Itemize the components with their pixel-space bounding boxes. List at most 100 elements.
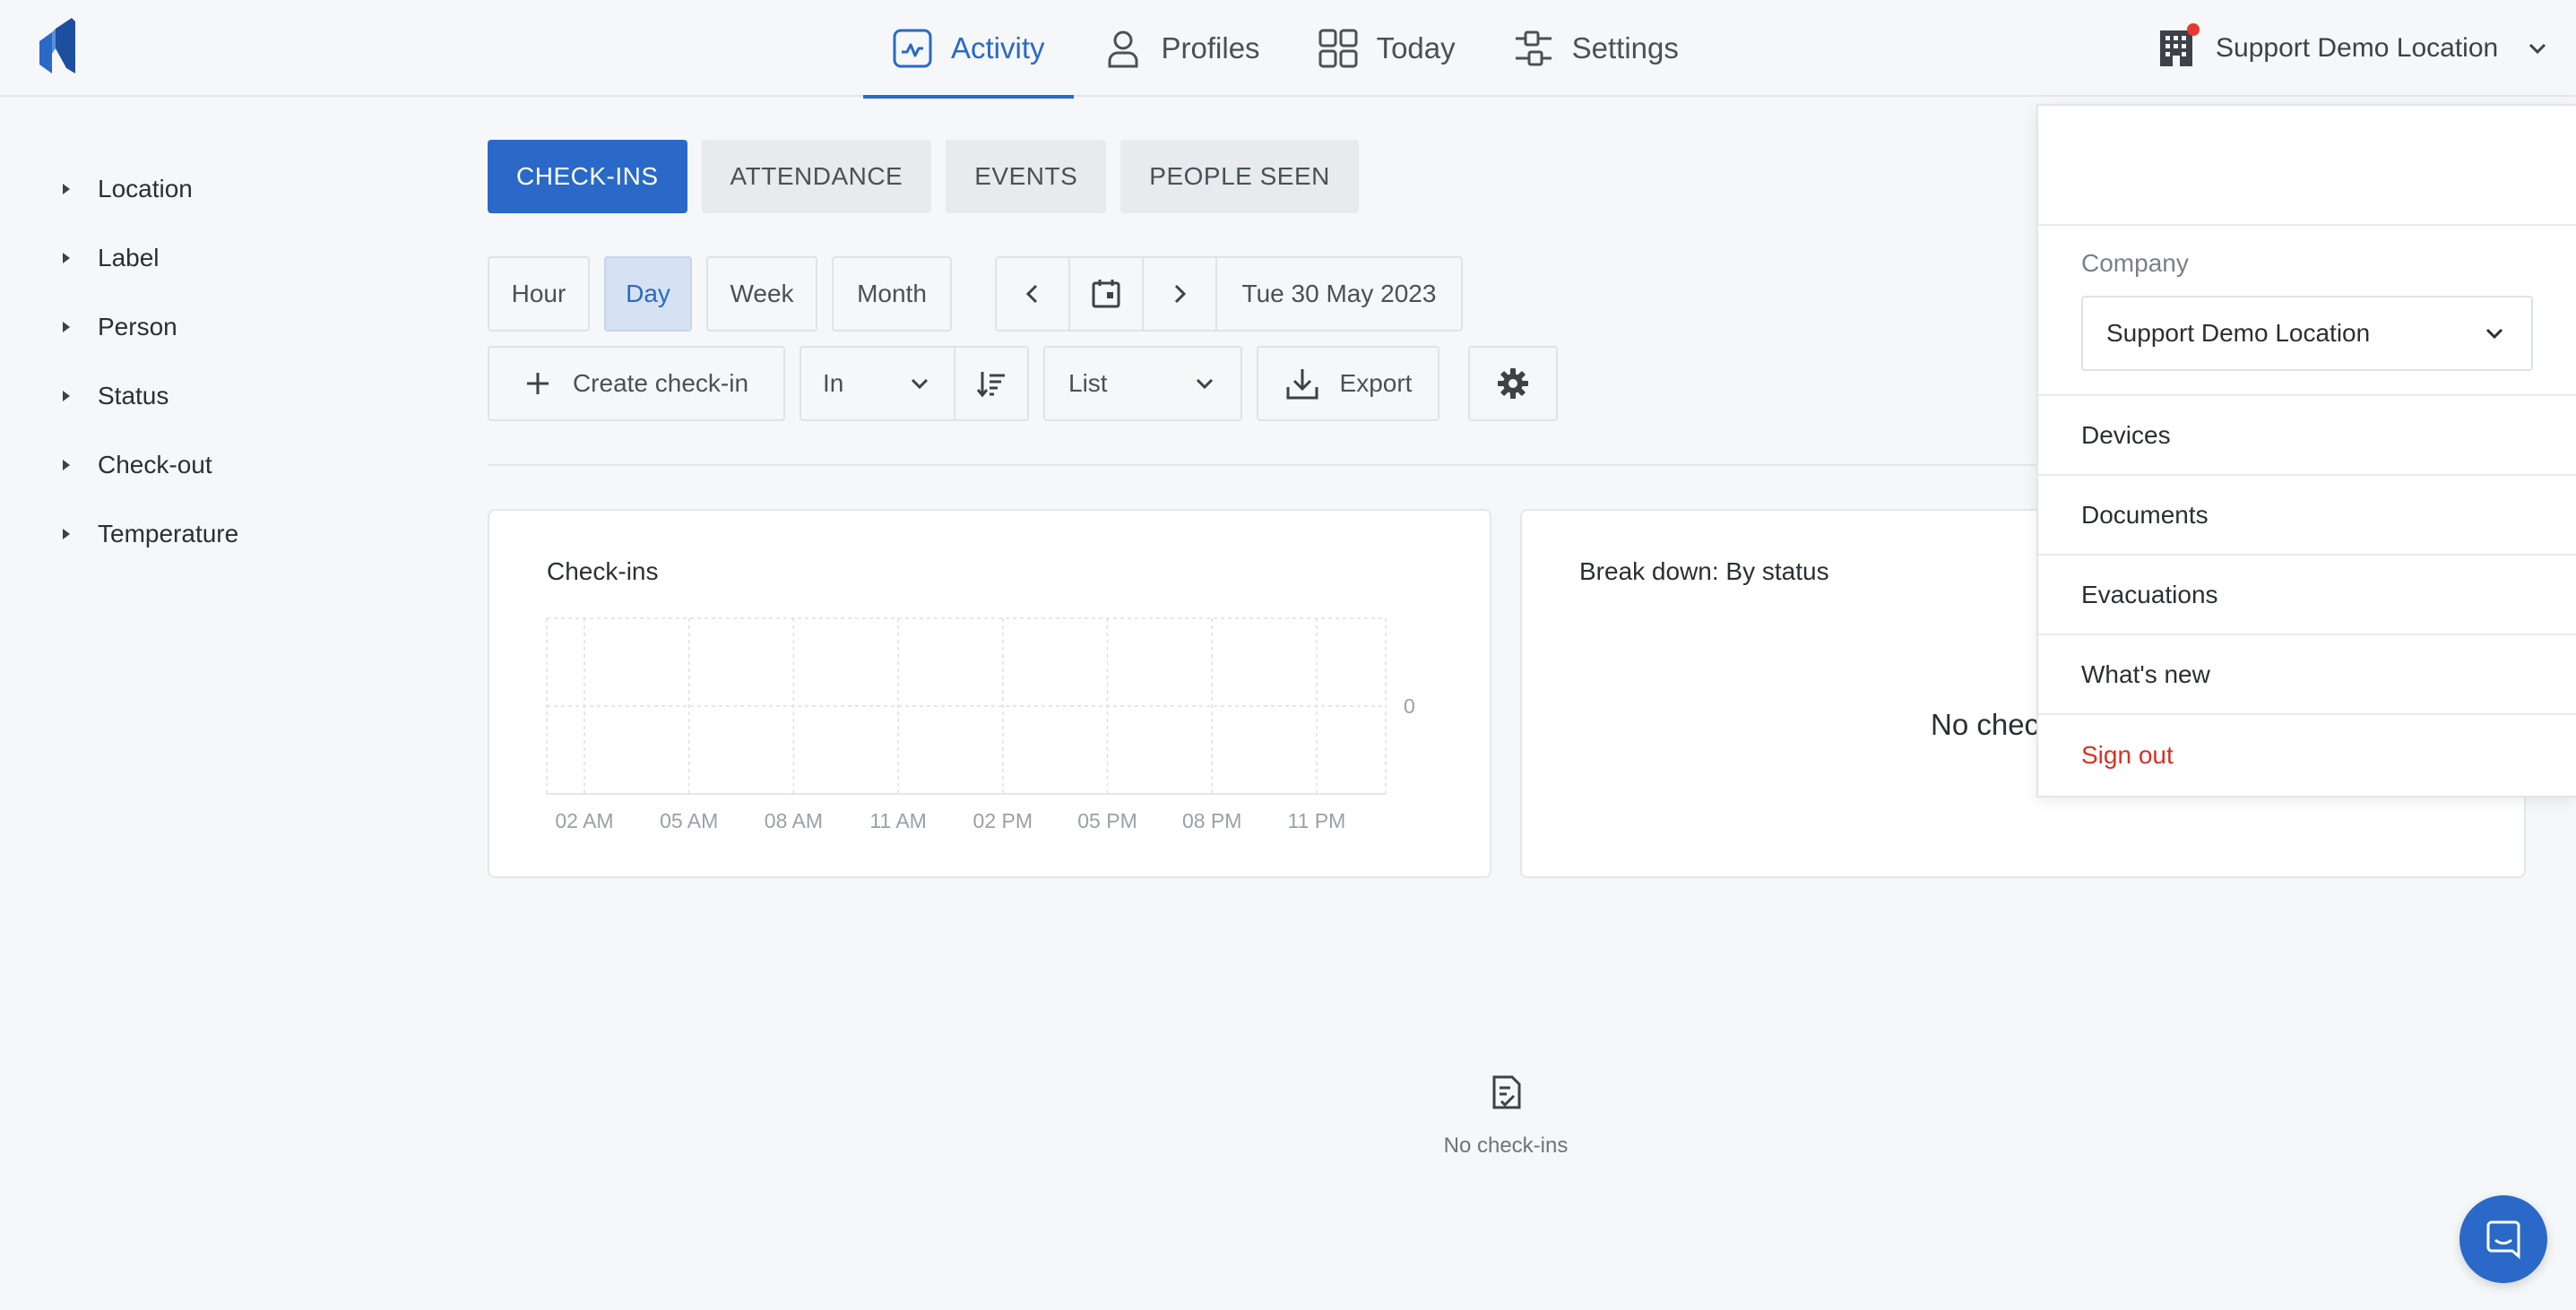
sort-descending-icon <box>976 372 1005 398</box>
period-day-button[interactable]: Day <box>604 256 692 332</box>
date-navigator: Tue 30 May 2023 <box>995 256 1463 332</box>
caret-right-icon <box>63 459 70 470</box>
export-button[interactable]: Export <box>1257 346 1439 421</box>
x-tick-label: 08 PM <box>1182 809 1241 832</box>
y-tick-label: 0 <box>1404 694 1415 718</box>
app-logo[interactable] <box>39 18 75 73</box>
gear-icon <box>1498 368 1528 399</box>
nav-profiles[interactable]: Profiles <box>1074 0 1289 97</box>
caret-right-icon <box>63 528 70 539</box>
filter-label: Person <box>98 312 177 340</box>
filter-check-out[interactable]: Check-out <box>63 430 238 499</box>
main-nav: Activity Profiles Today Settings <box>863 0 1707 99</box>
filter-person[interactable]: Person <box>63 292 238 361</box>
sort-button[interactable] <box>954 346 1029 421</box>
menu-item-devices[interactable]: Devices <box>2038 396 2576 476</box>
notification-dot <box>2187 23 2200 36</box>
chevron-down-icon <box>2529 43 2546 55</box>
support-chat-button[interactable] <box>2459 1195 2547 1283</box>
calendar-icon <box>1092 280 1120 308</box>
grid-icon <box>1318 29 1358 68</box>
person-icon <box>1108 30 1138 68</box>
filter-status[interactable]: Status <box>63 361 238 430</box>
check-ins-chart-card: Check-ins 02 AM 05 AM 08 AM 11 AM 02 PM 05 PM… <box>488 509 1491 878</box>
x-tick-label: 02 PM <box>973 809 1033 832</box>
filter-label: Location <box>98 174 193 203</box>
filter-location[interactable]: Location <box>63 154 238 223</box>
next-date-button[interactable] <box>1142 256 1217 332</box>
nav-profiles-label: Profiles <box>1161 31 1260 65</box>
plus-icon <box>526 373 549 394</box>
filter-label[interactable]: Label <box>63 223 238 292</box>
filter-label: Check-out <box>98 450 212 478</box>
company-value: Support Demo Location <box>2106 319 2371 347</box>
breakdown-empty-text: No chec <box>1931 708 2040 741</box>
empty-state-label: No check-ins <box>1443 1133 1569 1158</box>
direction-value: In <box>823 369 844 397</box>
direction-sort-group: In <box>800 346 1029 421</box>
current-date-display[interactable]: Tue 30 May 2023 <box>1215 256 1463 332</box>
nav-today-label: Today <box>1376 31 1456 65</box>
settings-button[interactable] <box>1468 346 1558 421</box>
nav-today[interactable]: Today <box>1289 0 1484 97</box>
view-select[interactable]: List <box>1043 346 1242 421</box>
location-name: Support Demo Location <box>2216 33 2499 63</box>
direction-select[interactable]: In <box>800 346 955 421</box>
filter-temperature[interactable]: Temperature <box>63 499 238 568</box>
caret-right-icon <box>63 183 70 194</box>
create-check-in-button[interactable]: Create check-in <box>488 346 785 421</box>
period-toolbar: Hour Day Week Month Tue 30 May 2023 <box>488 256 1463 332</box>
company-label: Company <box>2081 249 2189 277</box>
chevron-down-icon <box>2485 328 2503 340</box>
period-hour-button[interactable]: Hour <box>488 256 590 332</box>
menu-header <box>2038 106 2576 226</box>
tab-events[interactable]: EVENTS <box>946 140 1107 213</box>
filter-label: Label <box>98 243 160 271</box>
tab-attendance[interactable]: ATTENDANCE <box>701 140 932 213</box>
nav-settings-label: Settings <box>1571 31 1679 65</box>
tab-people-seen[interactable]: PEOPLE SEEN <box>1120 140 1359 213</box>
calendar-button[interactable] <box>1068 256 1144 332</box>
sign-out-button[interactable]: Sign out <box>2038 715 2576 795</box>
company-section: Company Support Demo Location <box>2038 226 2576 396</box>
menu-item-evacuations[interactable]: Evacuations <box>2038 556 2576 635</box>
menu-item-whats-new[interactable]: What's new <box>2038 635 2576 715</box>
activity-tabs: CHECK-INS ATTENDANCE EVENTS PEOPLE SEEN <box>488 140 1359 213</box>
menu-item-documents[interactable]: Documents <box>2038 476 2576 556</box>
filter-sidebar: Location Label Person Status Check-out T… <box>63 154 238 568</box>
tab-check-ins[interactable]: CHECK-INS <box>488 140 687 213</box>
download-icon <box>1286 369 1318 400</box>
check-ins-chart: 02 AM 05 AM 08 AM 11 AM 02 PM 05 PM 08 PM 11 PM… <box>546 617 1415 832</box>
period-month-button[interactable]: Month <box>832 256 952 332</box>
caret-right-icon <box>63 321 70 332</box>
chevron-right-icon <box>1174 284 1187 304</box>
chat-icon <box>2486 1220 2520 1260</box>
x-tick-label: 11 AM <box>869 809 927 832</box>
chevron-down-icon <box>911 378 929 390</box>
chevron-left-icon <box>1025 284 1038 304</box>
nav-activity-label: Activity <box>951 31 1045 65</box>
create-check-in-label: Create check-in <box>572 369 749 397</box>
caret-right-icon <box>63 252 70 263</box>
filter-label: Temperature <box>98 519 239 547</box>
previous-date-button[interactable] <box>995 256 1070 332</box>
x-tick-label: 05 AM <box>660 809 718 832</box>
checklist-icon <box>1492 1075 1521 1109</box>
nav-settings[interactable]: Settings <box>1484 0 1707 97</box>
activity-icon <box>893 29 932 68</box>
period-week-button[interactable]: Week <box>706 256 817 332</box>
company-select[interactable]: Support Demo Location <box>2081 296 2533 371</box>
x-tick-label: 08 AM <box>765 809 823 832</box>
building-icon <box>2158 23 2200 68</box>
x-tick-label: 02 AM <box>555 809 613 832</box>
nav-activity[interactable]: Activity <box>863 0 1074 99</box>
action-toolbar: Create check-in In List Export <box>488 346 1558 421</box>
export-label: Export <box>1339 369 1413 397</box>
chevron-down-icon <box>1196 378 1214 390</box>
caret-right-icon <box>63 390 70 401</box>
filter-label: Status <box>98 381 169 409</box>
location-switcher[interactable]: Support Demo Location <box>2158 0 2550 97</box>
x-tick-label: 05 PM <box>1077 809 1137 832</box>
view-value: List <box>1068 369 1108 397</box>
breakdown-title: Break down: By status <box>1579 557 1829 585</box>
